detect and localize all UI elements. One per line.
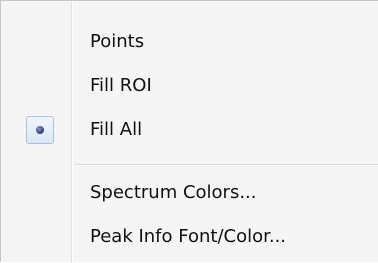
menu-item-label: Fill All: [90, 119, 143, 140]
menu-item-label: Fill ROI: [90, 75, 152, 96]
menu-item-fill-roi[interactable]: Fill ROI: [4, 64, 376, 108]
menu-item-fill-all[interactable]: Fill All: [4, 108, 376, 152]
menu-item-label: Spectrum Colors...: [90, 182, 257, 203]
menu-item-label: Points: [90, 31, 145, 52]
menu-separator-highlight: [75, 165, 378, 166]
radio-bullet-icon: [36, 126, 44, 134]
selection-indicator: [26, 116, 54, 144]
menu-item-peak-info-font-color[interactable]: Peak Info Font/Color...: [4, 215, 376, 259]
menu-item-spectrum-colors[interactable]: Spectrum Colors...: [4, 171, 376, 215]
menu-item-points[interactable]: Points: [4, 20, 376, 64]
menu-item-label: Peak Info Font/Color...: [90, 226, 287, 247]
context-menu: Points Fill ROI Fill All Spectrum Colors…: [0, 0, 378, 263]
